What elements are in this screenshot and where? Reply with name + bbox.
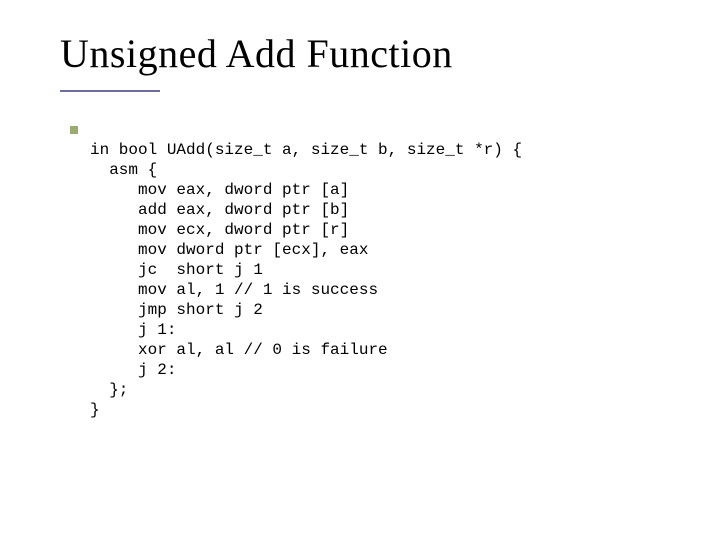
code-line: xor al, al // 0 is failure <box>90 341 388 359</box>
code-line: jmp short j 2 <box>90 301 263 319</box>
page-title: Unsigned Add Function <box>60 30 453 77</box>
code-line: }; <box>90 381 128 399</box>
code-line: j 2: <box>90 361 176 379</box>
code-line: mov eax, dword ptr [a] <box>90 181 349 199</box>
code-line: } <box>90 401 100 419</box>
code-line: mov al, 1 // 1 is success <box>90 281 378 299</box>
title-block: Unsigned Add Function <box>60 30 453 77</box>
code-line: mov dword ptr [ecx], eax <box>90 241 368 259</box>
code-line: add eax, dword ptr [b] <box>90 201 349 219</box>
bullet-icon <box>70 126 78 134</box>
code-line: jc short j 1 <box>90 261 263 279</box>
code-line: in bool UAdd(size_t a, size_t b, size_t … <box>90 141 522 159</box>
slide: Unsigned Add Function in bool UAdd(size_… <box>0 0 720 540</box>
title-underline <box>60 90 160 92</box>
code-line: asm { <box>90 161 157 179</box>
code-block: in bool UAdd(size_t a, size_t b, size_t … <box>90 120 650 440</box>
code-line: j 1: <box>90 321 176 339</box>
code-line: mov ecx, dword ptr [r] <box>90 221 349 239</box>
